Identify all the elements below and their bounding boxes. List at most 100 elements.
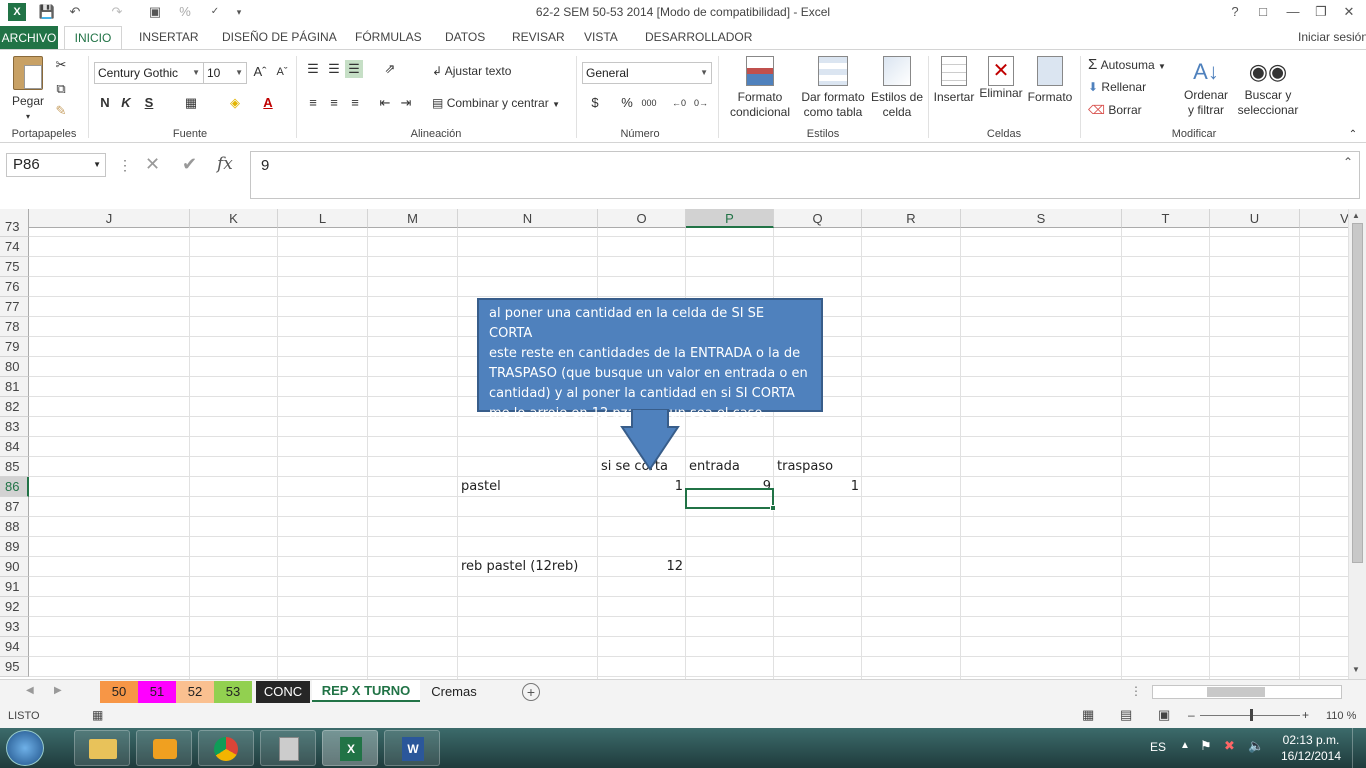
cell-q85[interactable]: traspaso [774,457,862,477]
insert-function-button[interactable]: fx [217,154,233,174]
italic-button[interactable]: K [117,94,135,112]
zoom-in-icon[interactable]: + [1302,708,1309,722]
sheet-tab[interactable]: 53 [214,681,252,703]
next-sheet-icon[interactable]: ▶ [54,685,62,696]
sheet-tab[interactable]: 52 [176,681,214,703]
sheet-tab[interactable]: 51 [138,681,176,703]
clear-button[interactable]: ⌫ Borrar [1088,103,1142,118]
tab-splitter-icon[interactable]: ⋮ [1130,684,1142,698]
borders-icon[interactable]: ▦ [182,94,200,112]
expand-formula-bar-icon[interactable]: ⌃ [1343,155,1353,169]
word-taskbar-icon[interactable]: W [384,730,440,766]
cell-styles-button[interactable]: Estilos de celda [868,56,926,120]
media-player-icon[interactable] [136,730,192,766]
percent-button[interactable]: % [618,94,636,112]
row-header[interactable]: 82 [0,397,29,417]
row-header[interactable]: 88 [0,517,29,537]
row-header[interactable]: 83 [0,417,29,437]
row-header[interactable]: 92 [0,597,29,617]
zoom-slider-thumb[interactable] [1250,709,1253,721]
currency-button[interactable]: $ [586,94,604,112]
collapse-ribbon-icon[interactable]: ⌃ [1344,126,1362,144]
column-header[interactable]: R [862,209,961,228]
cell-n86[interactable]: pastel [458,477,598,497]
tab-revisar[interactable]: REVISAR [512,30,565,44]
tab-insertar[interactable]: INSERTAR [139,30,199,44]
language-indicator[interactable]: ES [1150,740,1166,754]
horizontal-scrollbar[interactable] [1152,685,1342,699]
clock[interactable]: 02:13 p.m. 16/12/2014 [1278,732,1344,764]
row-header[interactable]: 91 [0,577,29,597]
page-break-view-icon[interactable]: ▣ [1158,707,1170,723]
show-hidden-icons-icon[interactable]: ▲ [1180,740,1190,751]
row-header[interactable]: 94 [0,637,29,657]
font-color-icon[interactable]: A [259,94,277,112]
copy-icon[interactable]: ⧉ [52,80,70,98]
row-header[interactable]: 78 [0,317,29,337]
row-header[interactable]: 73 [0,217,29,237]
row-header[interactable]: 80 [0,357,29,377]
active-cell-selection[interactable] [685,488,776,511]
tab-datos[interactable]: DATOS [445,30,485,44]
wrap-text-button[interactable]: ↲ Ajustar texto [432,64,511,79]
shrink-font-icon[interactable]: Aˇ [273,63,291,81]
row-header[interactable]: 86 [0,477,29,497]
row-header[interactable]: 90 [0,557,29,577]
worksheet-grid[interactable]: JKLMNOPQRSTUV 73 74 75 76 77 78 79 80 81 82 83 84 85… [0,209,1348,679]
cut-icon[interactable]: ✂ [52,56,70,74]
decrease-indent-icon[interactable]: ⇤ [376,94,394,112]
row-header[interactable]: 85 [0,457,29,477]
format-as-table-button[interactable]: Dar formato como tabla [798,56,868,120]
vertical-scrollbar[interactable]: ▲ ▼ [1348,209,1366,679]
sheet-tab[interactable]: Cremas [420,681,488,703]
sheet-tab[interactable]: REP X TURNO [312,680,420,702]
row-header[interactable]: 79 [0,337,29,357]
file-explorer-icon[interactable] [74,730,130,766]
close-button[interactable]: ✕ [1336,2,1362,22]
new-sheet-icon[interactable]: + [522,683,540,701]
help-button[interactable]: ? [1222,2,1248,22]
tab-archivo[interactable]: ARCHIVO [0,26,58,50]
cell-o86[interactable]: 1 [598,477,686,497]
column-header[interactable]: J [29,209,190,228]
paste-button[interactable]: Pegar ▾ [8,56,48,124]
row-header[interactable]: 77 [0,297,29,317]
orientation-icon[interactable]: ⇗ [381,60,399,78]
row-header[interactable]: 74 [0,237,29,257]
row-header[interactable]: 89 [0,537,29,557]
align-top-icon[interactable]: ☰ [304,60,322,78]
formula-input[interactable]: 9 [250,151,1360,199]
align-middle-icon[interactable]: ☰ [325,60,343,78]
row-header[interactable]: 75 [0,257,29,277]
scroll-down-icon[interactable]: ▼ [1352,665,1360,674]
delete-cells-button[interactable]: ✕ Eliminar [978,56,1024,101]
thousands-button[interactable]: 000 [640,94,658,112]
show-desktop-button[interactable] [1352,728,1366,768]
horizontal-scroll-thumb[interactable] [1207,687,1265,697]
ribbon-display-icon[interactable]: □ [1250,2,1276,22]
restore-button[interactable]: ❐ [1308,2,1334,22]
conditional-format-button[interactable]: Formato condicional [722,56,798,120]
font-name-select[interactable]: Century Gothic ▼ [94,62,204,84]
column-header[interactable]: N [458,209,598,228]
calculator-icon[interactable] [260,730,316,766]
column-header[interactable]: O [598,209,686,228]
sheet-tab[interactable]: CONC [256,681,310,703]
name-box[interactable]: P86 ▼ [6,153,106,177]
row-header[interactable]: 81 [0,377,29,397]
cell-o90[interactable]: 12 [598,557,686,577]
enter-icon[interactable]: ✔ [182,154,197,175]
row-header[interactable]: 87 [0,497,29,517]
column-header[interactable]: K [190,209,278,228]
column-header[interactable]: P [686,209,774,228]
column-header[interactable]: Q [774,209,862,228]
merge-center-button[interactable]: ▤ Combinar y centrar ▼ [432,96,560,112]
cell-q86[interactable]: 1 [774,477,862,497]
page-layout-view-icon[interactable]: ▤ [1120,707,1132,723]
minimize-button[interactable]: — [1280,2,1306,22]
tab-vista[interactable]: VISTA [584,30,618,44]
start-button[interactable] [6,730,44,766]
normal-view-icon[interactable]: ▦ [1082,707,1094,723]
cell-n90[interactable]: reb pastel (12reb) [458,557,598,577]
tab-desarrollador[interactable]: DESARROLLADOR [645,30,752,44]
